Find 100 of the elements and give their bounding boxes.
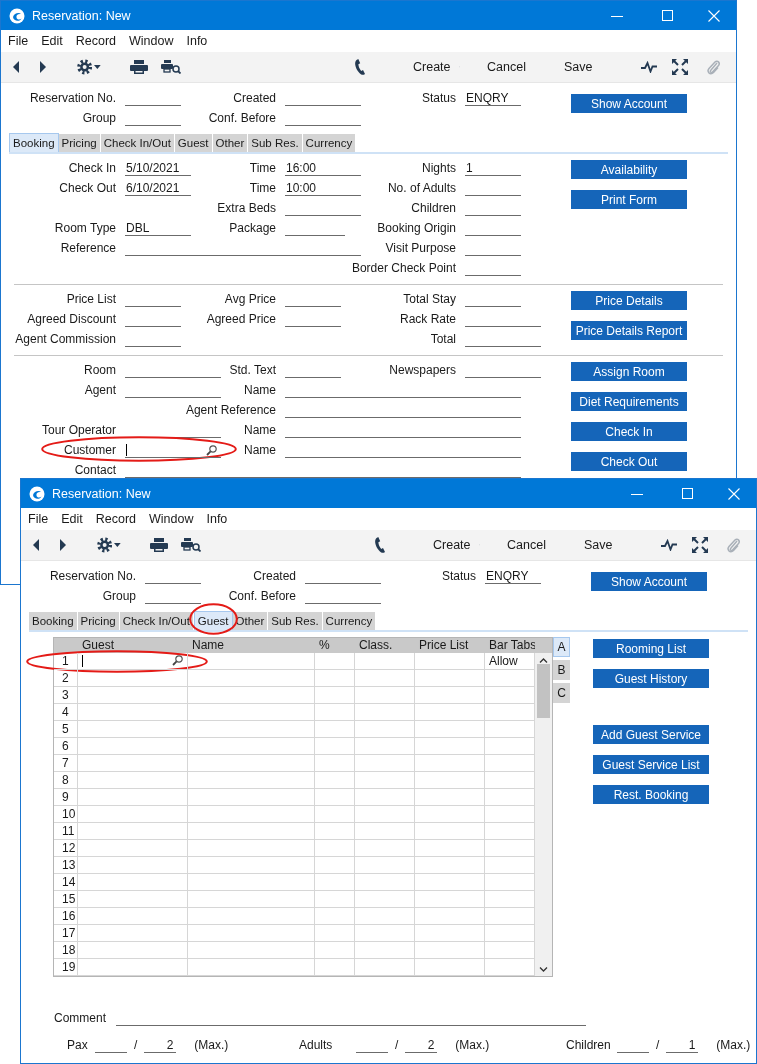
tab[interactable]: Sub Res. (268, 612, 323, 630)
field-label: No. of Adults (387, 181, 456, 195)
table-cell (355, 687, 415, 704)
action-button[interactable]: Guest Service List (593, 755, 709, 774)
side-tab[interactable]: C (553, 683, 570, 703)
settings-menu-button[interactable] (97, 536, 121, 554)
input-field[interactable]: DBL (125, 220, 191, 236)
input-field[interactable]: ENQRY (465, 90, 521, 106)
scrollbar[interactable] (535, 653, 552, 976)
maximize-icon[interactable] (682, 488, 693, 499)
field-label: Agent (84, 383, 116, 397)
field-label: Room (84, 363, 116, 377)
action-button[interactable]: Check In (571, 422, 687, 441)
search-icon[interactable] (172, 655, 183, 666)
menu-item[interactable]: Window (149, 512, 194, 526)
input-field[interactable]: 5/10/2021 (125, 160, 191, 176)
scroll-down-icon[interactable] (539, 967, 548, 972)
field-label: Reservation No. (29, 91, 116, 105)
column-header[interactable]: Price List (415, 638, 485, 653)
tab[interactable]: Check In/Out (119, 612, 194, 630)
scroll-up-icon[interactable] (539, 658, 548, 663)
create-button[interactable]: Create (429, 534, 483, 556)
action-button[interactable]: Show Account (591, 572, 707, 591)
row-number: 11 (54, 823, 78, 840)
menu-item[interactable]: Info (186, 34, 208, 48)
expand-button[interactable] (672, 56, 688, 78)
tab[interactable]: Guest (193, 611, 233, 630)
column-header[interactable]: % (315, 638, 355, 653)
table-cell (355, 959, 415, 976)
input-field[interactable]: ENQRY (485, 568, 541, 584)
column-header[interactable]: Name (188, 638, 315, 653)
action-button[interactable]: Check Out (571, 452, 687, 471)
tab[interactable]: Guest (174, 134, 213, 152)
scrollbar-thumb[interactable] (537, 664, 550, 718)
action-button[interactable]: Add Guest Service (593, 725, 709, 744)
input-field[interactable]: 10:00 (285, 180, 361, 196)
table-cell (315, 823, 355, 840)
tab[interactable]: Other (212, 134, 249, 152)
column-header[interactable]: Bar Tabs (485, 638, 535, 653)
close-icon[interactable] (708, 9, 720, 22)
table-cell (315, 874, 355, 891)
field-label: Conf. Before (208, 111, 276, 125)
tab[interactable]: Booking (9, 133, 59, 152)
close-icon[interactable] (728, 487, 740, 500)
menu-item[interactable]: Edit (61, 512, 83, 526)
menu-item[interactable]: Window (129, 34, 174, 48)
settings-menu-button[interactable] (77, 58, 101, 76)
tab[interactable]: Currency (302, 134, 357, 152)
field-label: Pax (67, 1038, 89, 1052)
save-button[interactable]: Save (559, 56, 591, 78)
menu-item[interactable]: File (28, 512, 49, 526)
table-cell (315, 772, 355, 789)
action-button[interactable]: Rooming List (593, 639, 709, 658)
gear-icon (97, 537, 113, 553)
menu-item[interactable]: Record (95, 512, 136, 526)
tab[interactable]: Pricing (58, 134, 101, 152)
input-field[interactable]: 1 (465, 160, 521, 176)
input-field[interactable]: 16:00 (285, 160, 361, 176)
menu-item[interactable]: Edit (41, 34, 63, 48)
printer-icon (130, 60, 148, 74)
action-button[interactable]: Guest History (593, 669, 709, 688)
action-button[interactable]: Price Details Report (571, 321, 687, 340)
action-button[interactable]: Availability (571, 160, 687, 179)
paperclip-icon (706, 58, 720, 76)
tab[interactable]: Pricing (77, 612, 120, 630)
phone-button[interactable] (354, 56, 366, 78)
search-icon[interactable] (206, 444, 217, 456)
paperclip-icon (726, 536, 740, 554)
create-button[interactable]: Create (409, 56, 463, 78)
expand-button[interactable] (692, 534, 708, 556)
tab[interactable]: Sub Res. (248, 134, 303, 152)
tab[interactable]: Booking (29, 612, 78, 630)
menu-item[interactable]: Record (75, 34, 116, 48)
input-field[interactable]: 2 (144, 1037, 177, 1053)
action-button[interactable]: Show Account (571, 94, 687, 113)
table-cell (415, 738, 485, 755)
action-button[interactable]: Print Form (571, 190, 687, 209)
table-cell (355, 840, 415, 857)
phone-button[interactable] (374, 534, 386, 556)
cancel-button[interactable]: Cancel (483, 56, 525, 78)
tab[interactable]: Currency (322, 612, 377, 630)
input-field[interactable]: 6/10/2021 (125, 180, 191, 196)
input-field[interactable]: 1 (666, 1037, 699, 1053)
menu-item[interactable]: Info (206, 512, 228, 526)
action-button[interactable]: Diet Requirements (571, 392, 687, 411)
action-button[interactable]: Assign Room (571, 362, 687, 381)
action-button[interactable]: Rest. Booking (593, 785, 709, 804)
input-field[interactable] (125, 442, 221, 458)
action-button[interactable]: Price Details (571, 291, 687, 310)
input-field[interactable]: 2 (405, 1037, 438, 1053)
column-header[interactable]: Class. (355, 638, 415, 653)
save-button[interactable]: Save (579, 534, 611, 556)
side-tab[interactable]: A (553, 637, 570, 657)
table-cell (315, 687, 355, 704)
menu-item[interactable]: File (8, 34, 29, 48)
field-label: Total Stay (403, 292, 456, 306)
side-tab[interactable]: B (553, 660, 570, 680)
maximize-icon[interactable] (662, 10, 673, 21)
tab[interactable]: Check In/Out (100, 134, 175, 152)
cancel-button[interactable]: Cancel (503, 534, 545, 556)
